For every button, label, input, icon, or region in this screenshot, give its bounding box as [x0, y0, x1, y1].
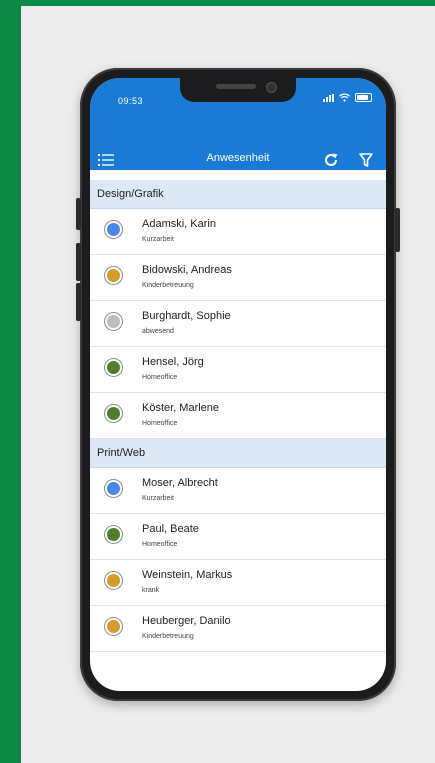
- status-dot: [107, 482, 120, 495]
- list-item[interactable]: Hensel, Jörg Homeoffice: [90, 347, 386, 393]
- person-status: Kinderbetreuung: [142, 282, 194, 289]
- group-header-design: Design/Grafik: [90, 180, 386, 209]
- status-dot: [107, 407, 120, 420]
- status-dot: [107, 361, 120, 374]
- person-status: Homeoffice: [142, 541, 178, 548]
- refresh-icon[interactable]: [323, 152, 339, 168]
- person-name: Heuberger, Danilo: [142, 615, 231, 627]
- status-dot: [107, 574, 120, 587]
- attendance-list: Design/Grafik Adamski, Karin Kurzarbeit …: [90, 180, 386, 652]
- person-name: Weinstein, Markus: [142, 569, 233, 581]
- person-name: Burghardt, Sophie: [142, 310, 231, 322]
- person-status: krank: [142, 587, 160, 594]
- status-dot: [107, 315, 120, 328]
- person-status: Kurzarbeit: [142, 236, 174, 243]
- page-title: Anwesenheit: [206, 152, 270, 164]
- person-status: Homeoffice: [142, 420, 178, 427]
- green-frame-left: [0, 0, 21, 763]
- list-item[interactable]: Adamski, Karin Kurzarbeit: [90, 209, 386, 255]
- volume-down-button: [76, 283, 81, 321]
- person-name: Köster, Marlene: [142, 402, 220, 414]
- list-item[interactable]: Heuberger, Danilo Kinderbetreuung: [90, 606, 386, 652]
- power-button: [395, 208, 400, 252]
- speaker: [216, 84, 256, 89]
- list-item[interactable]: Moser, Albrecht Kurzarbeit: [90, 468, 386, 514]
- list-item[interactable]: Köster, Marlene Homeoffice: [90, 393, 386, 439]
- battery-icon: [355, 93, 372, 102]
- person-name: Paul, Beate: [142, 523, 199, 535]
- person-name: Bidowski, Andreas: [142, 264, 232, 276]
- phone-device: 09:53 Anwesenheit Design/Grafik Adamski,…: [76, 68, 400, 701]
- person-name: Hensel, Jörg: [142, 356, 204, 368]
- status-dot: [107, 620, 120, 633]
- person-status: Kinderbetreuung: [142, 633, 194, 640]
- person-status: Kurzarbeit: [142, 495, 174, 502]
- status-dot: [107, 528, 120, 541]
- list-item[interactable]: Paul, Beate Homeoffice: [90, 514, 386, 560]
- person-status: Homeoffice: [142, 374, 178, 381]
- group-header-print-web: Print/Web: [90, 439, 386, 468]
- status-dot: [107, 223, 120, 236]
- green-frame-top: [0, 0, 435, 6]
- camera: [266, 82, 277, 93]
- wifi-icon: [339, 93, 350, 102]
- person-name: Adamski, Karin: [142, 218, 216, 230]
- volume-up-button: [76, 243, 81, 281]
- filter-icon[interactable]: [358, 152, 374, 168]
- signal-icon: [323, 93, 334, 102]
- notch: [180, 78, 296, 102]
- list-item[interactable]: Weinstein, Markus krank: [90, 560, 386, 606]
- list-item[interactable]: Bidowski, Andreas Kinderbetreuung: [90, 255, 386, 301]
- status-time: 09:53: [118, 96, 144, 106]
- person-status: abwesend: [142, 328, 174, 335]
- mute-switch: [76, 198, 81, 230]
- status-icons: [323, 93, 372, 102]
- list-item[interactable]: Burghardt, Sophie abwesend: [90, 301, 386, 347]
- phone-screen: 09:53 Anwesenheit Design/Grafik Adamski,…: [90, 78, 386, 691]
- status-dot: [107, 269, 120, 282]
- person-name: Moser, Albrecht: [142, 477, 218, 489]
